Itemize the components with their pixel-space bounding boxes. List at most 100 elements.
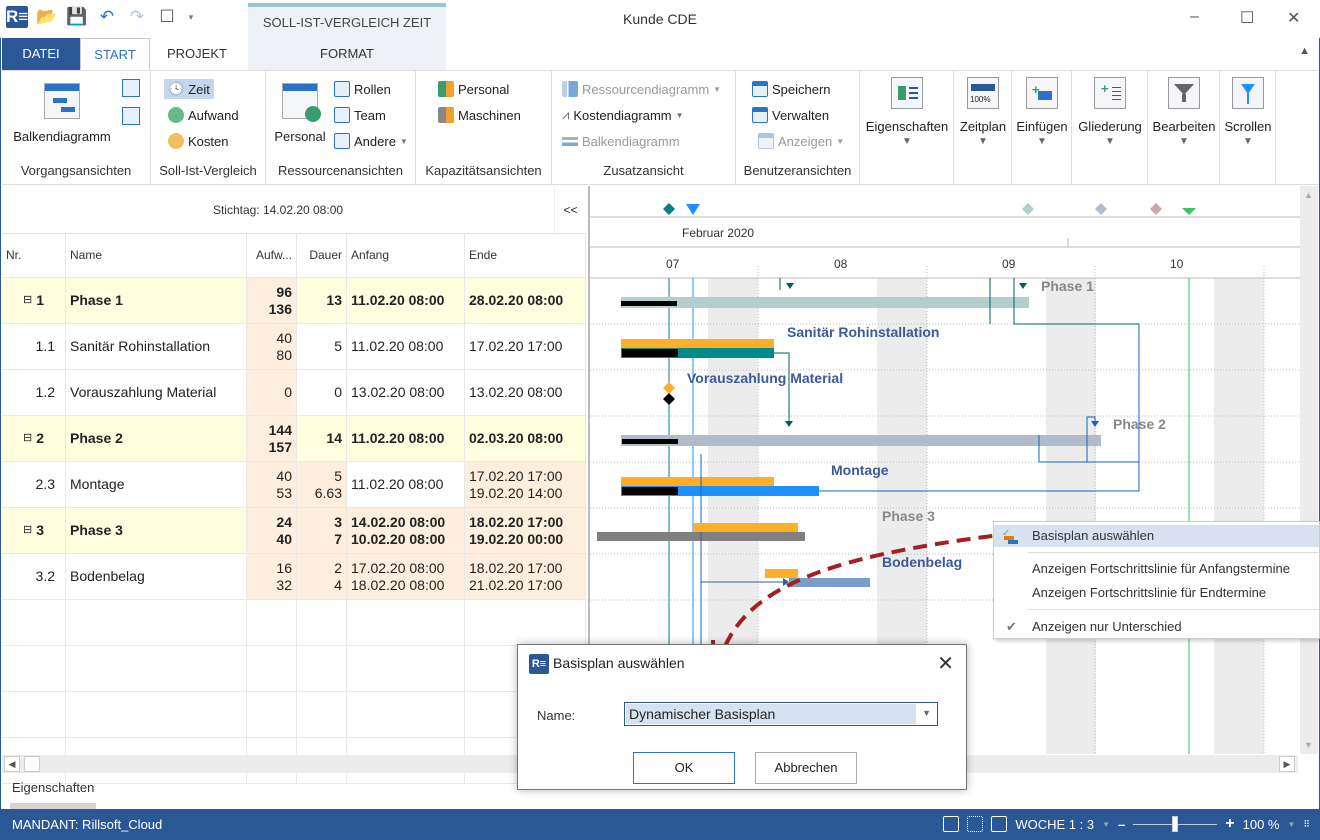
actual-milestone-vorauszahlung[interactable] — [663, 393, 675, 405]
table-row[interactable]: ⊟ 3 Phase 3 24 40 3 7 14.02.20 08:00 10.02.20 08… — [2, 508, 586, 554]
table-row[interactable]: ⊟ 2 Phase 2 144 157 14 11.02.20 08:00 02.03.20 … — [2, 416, 586, 462]
dependency-arrow — [1019, 283, 1027, 289]
column-header-dauer[interactable]: Dauer — [297, 234, 347, 277]
column-header-nr[interactable]: Nr. — [2, 234, 66, 277]
rollen-button[interactable]: Rollen — [334, 81, 391, 97]
bearbeiten-dropdown[interactable]: Bearbeiten ▼ — [1148, 77, 1220, 147]
table-row[interactable]: 1.1 Sanitär Rohinstallation 40 80 5 11.02.20 … — [2, 324, 586, 370]
team-button[interactable]: Team — [334, 107, 386, 123]
column-header-ende[interactable]: Ende — [465, 234, 586, 277]
menu-item-basisplan-auswaehlen[interactable]: ✓ Basisplan auswählen — [994, 525, 1319, 547]
cancel-button[interactable]: Abbrechen — [755, 752, 857, 784]
zoom-in-button[interactable]: + — [1225, 815, 1234, 833]
group-label: Vorgangsansichten — [20, 163, 132, 178]
collapse-icon[interactable]: ⊟ — [23, 430, 32, 447]
planned-bar-montage[interactable] — [621, 477, 774, 486]
capacity-view-icon[interactable] — [991, 816, 1008, 832]
menu-separator — [1028, 609, 1319, 610]
column-header-aufwand[interactable]: Aufw... — [247, 234, 297, 277]
tab-start[interactable]: START — [80, 38, 150, 70]
table-row[interactable]: 1.2 Vorauszahlung Material 0 0 13.02.20 08:0… — [2, 370, 586, 416]
ok-button[interactable]: OK — [633, 752, 735, 784]
gliederung-dropdown[interactable]: + Gliederung ▼ — [1072, 77, 1148, 147]
scrollen-dropdown[interactable]: Scrollen ▼ — [1220, 77, 1276, 147]
tab-projekt[interactable]: PROJEKT — [150, 38, 244, 70]
kostendiagramm-dropdown[interactable]: ⩘ Kostendiagramm ▼ — [562, 107, 684, 123]
ressourcendiagramm-dropdown[interactable]: Ressourcendiagramm ▼ — [562, 81, 721, 97]
table-row[interactable]: 3.2 Bodenbelag 16 32 2 4 17.02.20 08:00 18.02.2… — [2, 554, 586, 600]
empty-table-row[interactable] — [2, 600, 586, 646]
close-button[interactable]: ✕ — [1287, 8, 1300, 28]
tab-format[interactable]: FORMAT — [248, 38, 446, 70]
basisplan-select[interactable]: Dynamischer Basisplan ▼ — [624, 702, 938, 726]
planned-bar-phase3[interactable] — [693, 523, 798, 532]
group-gliederung: + Gliederung ▼ — [1072, 71, 1148, 184]
resource-grid-icon[interactable] — [967, 816, 984, 832]
menu-item-fortschrittslinie-ende[interactable]: Anzeigen Fortschrittslinie für Endtermin… — [994, 582, 1319, 604]
chevron-down-icon[interactable]: ▼ — [922, 708, 931, 718]
chevron-down-icon[interactable]: ▼ — [1102, 820, 1110, 829]
scale-selector[interactable]: WOCHE 1 : 3 — [1015, 817, 1094, 832]
empty-table-row[interactable] — [2, 692, 586, 738]
group-benutzeransichten: Speichern Verwalten Anzeigen ▼ Benutzera… — [736, 71, 860, 184]
dialog-close-button[interactable]: ✕ — [937, 651, 954, 676]
andere-dropdown[interactable]: Andere ▼ — [334, 133, 408, 149]
scroll-down-icon[interactable]: ▼ — [1304, 740, 1313, 750]
actual-bar-bodenbelag[interactable] — [789, 578, 870, 587]
zoom-level[interactable]: 100 % — [1243, 817, 1280, 832]
menu-item-fortschrittslinie-anfang[interactable]: Anzeigen Fortschrittslinie für Anfangste… — [994, 558, 1319, 580]
scroll-thumb[interactable] — [24, 756, 40, 772]
collapse-icon[interactable]: ⊟ — [23, 522, 32, 539]
kosten-button[interactable]: Kosten — [168, 133, 228, 149]
eigenschaften-dropdown[interactable]: Eigenschaften ▼ — [860, 77, 954, 147]
gantt-vertical-scrollbar[interactable]: ▲ ▼ — [1300, 186, 1318, 754]
zeit-button[interactable]: 🕓 Zeit — [164, 79, 214, 99]
planned-bar-bodenbelag[interactable] — [765, 569, 798, 578]
zoom-slider[interactable] — [1133, 816, 1218, 832]
personal-view-button[interactable]: Personal — [272, 77, 328, 144]
card-view-icon[interactable] — [122, 107, 140, 125]
properties-panel-label[interactable]: Eigenschaften — [12, 780, 94, 795]
kapazitaet-personal-button[interactable]: Personal — [438, 81, 509, 97]
network-view-icon[interactable] — [122, 79, 140, 97]
speichern-button[interactable]: Speichern — [752, 81, 831, 97]
zeitplan-dropdown[interactable]: 100% Zeitplan ▼ — [954, 77, 1012, 147]
aufwand-button[interactable]: Aufwand — [168, 107, 239, 123]
scroll-up-icon[interactable]: ▲ — [1304, 190, 1313, 200]
table-row[interactable]: ⊟ 1 Phase 1 96 136 13 11.02.20 08:00 28.02.20 0… — [2, 278, 586, 324]
scroll-left-icon[interactable]: ◀ — [4, 756, 20, 772]
kapazitaet-maschinen-button[interactable]: Maschinen — [438, 107, 521, 123]
empty-cell — [2, 646, 66, 691]
cell-anfang: 11.02.20 08:00 — [347, 324, 465, 369]
table-row[interactable]: 2.3 Montage 40 53 5 6.63 11.02.20 08:00 17.02.2… — [2, 462, 586, 508]
title-bar: R≡ 📂 💾 ↶ ↷ ☐ ▾ SOLL-IST-VERGLEICH ZEIT K… — [0, 0, 1320, 70]
chevron-down-icon[interactable]: ▼ — [1287, 820, 1295, 829]
cell-dauer: 37 — [297, 508, 347, 553]
coins-icon — [168, 133, 184, 149]
menu-item-nur-unterschied[interactable]: ✔ Anzeigen nur Unterschied — [994, 616, 1319, 638]
zoom-out-button[interactable]: – — [1118, 817, 1125, 832]
planned-milestone-vorauszahlung[interactable] — [663, 382, 675, 394]
resize-grip-icon[interactable]: ⠿ — [1303, 819, 1310, 830]
zusatz-balkendiagramm-button[interactable]: Balkendiagramm — [562, 133, 680, 149]
anzeigen-dropdown[interactable]: Anzeigen ▼ — [758, 133, 844, 149]
einfuegen-dropdown[interactable]: + Einfügen ▼ — [1012, 77, 1072, 147]
collapse-icon[interactable]: ⊟ — [23, 292, 32, 309]
gantt-view-icon[interactable] — [943, 816, 960, 832]
column-header-name[interactable]: Name — [66, 234, 247, 277]
zoom-slider-thumb[interactable] — [1172, 816, 1179, 832]
minimize-button[interactable]: – — [1190, 8, 1199, 26]
maximize-button[interactable]: ☐ — [1240, 8, 1254, 28]
collapse-table-button[interactable]: << — [554, 186, 586, 234]
cell-anfang: 11.02.20 08:00 — [347, 416, 465, 461]
column-header-anfang[interactable]: Anfang — [347, 234, 465, 277]
gantt-bar-phase2[interactable] — [621, 435, 1101, 446]
collapse-ribbon-icon[interactable]: ▲ — [1299, 45, 1310, 57]
empty-table-row[interactable] — [2, 646, 586, 692]
scroll-right-icon[interactable]: ▶ — [1279, 756, 1295, 772]
balkendiagramm-button[interactable]: Balkendiagramm — [12, 77, 112, 144]
tab-datei[interactable]: DATEI — [2, 38, 80, 70]
verwalten-button[interactable]: Verwalten — [752, 107, 829, 123]
gantt-bar-phase1[interactable] — [621, 297, 1029, 308]
planned-bar-sanitaer[interactable] — [621, 339, 774, 348]
